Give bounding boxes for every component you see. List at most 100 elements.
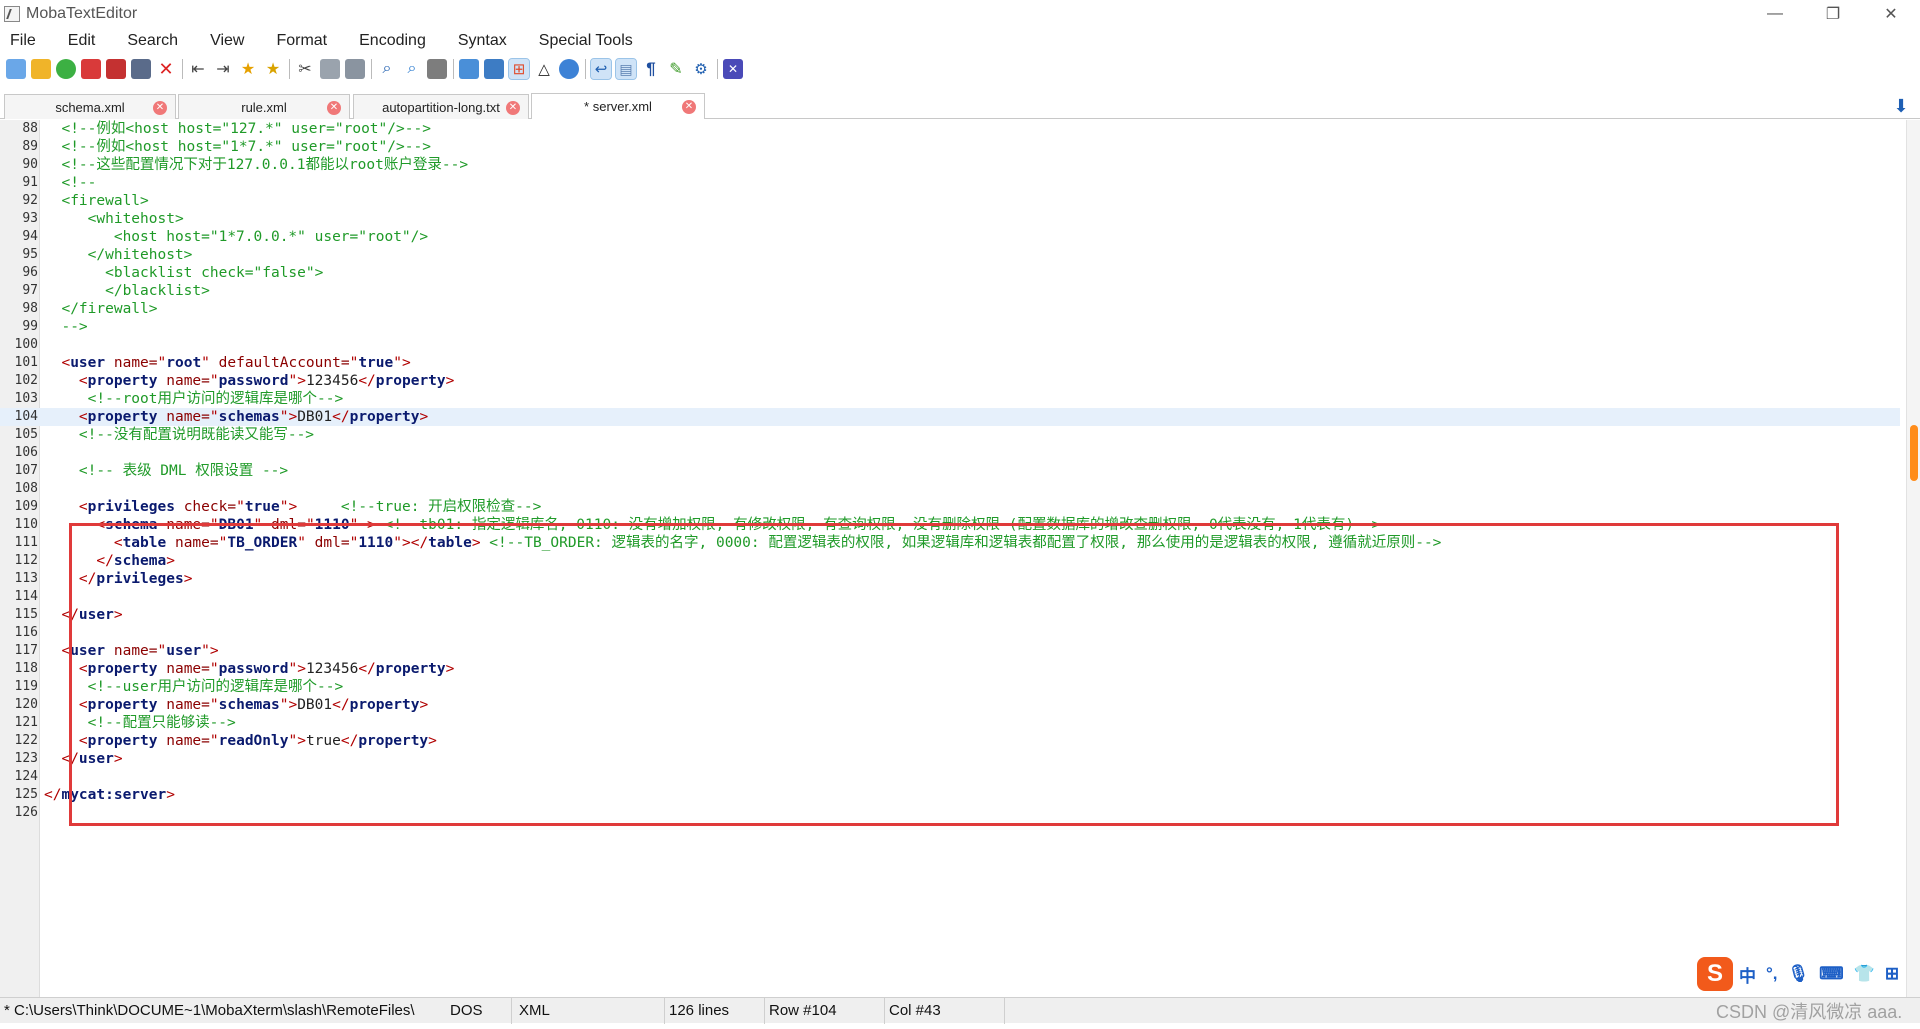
menu-view[interactable]: View (200, 32, 254, 50)
windows-eol-icon[interactable]: ⊞ (508, 58, 530, 80)
status-bar: * C:\Users\Think\DOCUME~1\MobaXterm\slas… (0, 997, 1920, 1024)
find-next-icon[interactable]: ⌕ (402, 59, 422, 79)
save-all-icon[interactable] (106, 59, 126, 79)
code-line[interactable]: 106 (0, 444, 1900, 462)
settings-icon[interactable]: ⚙ (691, 59, 711, 79)
code-text: <privileges check="true"> <!--true: 开启权限… (44, 498, 541, 516)
code-token: DB01 (297, 409, 333, 425)
word-wrap-icon[interactable]: ↩ (590, 58, 612, 80)
cut-icon[interactable]: ✂ (295, 59, 315, 79)
vertical-scrollbar[interactable] (1906, 120, 1920, 997)
indent-icon[interactable]: ⇥ (213, 59, 233, 79)
bookmark-icon[interactable]: ★ (238, 59, 258, 79)
tab-bar: schema.xml ✕ rule.xml ✕ autopartition-lo… (0, 91, 1920, 119)
code-token: name= (105, 355, 158, 371)
menu-search[interactable]: Search (117, 32, 188, 50)
code-token: schemas (218, 409, 280, 425)
close-file-icon[interactable]: ✕ (156, 59, 176, 79)
code-line[interactable]: 93 <whitehost> (0, 210, 1900, 228)
code-line[interactable]: 103 <!--root用户访问的逻辑库是哪个--> (0, 390, 1900, 408)
code-line[interactable]: 105 <!--没有配置说明既能读又能写--> (0, 426, 1900, 444)
save-icon[interactable] (81, 59, 101, 79)
reload-icon[interactable] (56, 59, 76, 79)
line-number: 112 (14, 553, 38, 568)
status-eol: DOS (446, 998, 512, 1024)
tab-server-xml[interactable]: * server.xml ✕ (531, 93, 705, 119)
close-tab-icon[interactable]: ✕ (506, 101, 520, 115)
scrollbar-thumb[interactable] (1910, 425, 1918, 481)
new-file-icon[interactable] (6, 59, 26, 79)
code-line[interactable]: 91 <!-- (0, 174, 1900, 192)
restore-button[interactable]: ❐ (1804, 0, 1862, 28)
grid-menu-icon[interactable]: ⊞ (1885, 964, 1899, 984)
microphone-icon[interactable]: 🎙 (1788, 964, 1810, 984)
next-bookmark-icon[interactable]: ★ (263, 59, 283, 79)
code-token: property (87, 373, 158, 389)
keyboard-icon[interactable]: ⌨ (1819, 964, 1844, 984)
pen-icon[interactable]: ✎ (666, 59, 686, 79)
replace-icon[interactable] (427, 59, 447, 79)
code-line[interactable]: 95 </whitehost> (0, 246, 1900, 264)
code-line[interactable]: 88 <!--例如<host host="127.*" user="root"/… (0, 120, 1900, 138)
tab-rule-xml[interactable]: rule.xml ✕ (178, 94, 350, 119)
compare-icon[interactable] (459, 59, 479, 79)
open-folder-icon[interactable] (31, 59, 51, 79)
close-tab-icon[interactable]: ✕ (327, 101, 341, 115)
code-line[interactable]: 99 --> (0, 318, 1900, 336)
code-line[interactable]: 96 <blacklist check="false"> (0, 264, 1900, 282)
code-text: <!--例如<host host="1*7.*" user="root"/>--… (44, 138, 430, 156)
code-text: <whitehost> (44, 210, 184, 228)
close-tab-icon[interactable]: ✕ (153, 101, 167, 115)
line-number: 123 (14, 751, 38, 766)
code-line[interactable]: 97 </blacklist> (0, 282, 1900, 300)
tab-autopartition-long[interactable]: autopartition-long.txt ✕ (353, 94, 529, 119)
code-text: --> (44, 318, 87, 336)
code-line[interactable]: 102 <property name="password">123456</pr… (0, 372, 1900, 390)
merge-icon[interactable] (484, 59, 504, 79)
menu-format[interactable]: Format (266, 32, 337, 50)
code-token: name= (157, 373, 210, 389)
code-line[interactable]: 92 <firewall> (0, 192, 1900, 210)
unindent-icon[interactable]: ⇤ (188, 59, 208, 79)
close-tab-icon[interactable]: ✕ (682, 100, 696, 114)
menu-edit[interactable]: Edit (58, 32, 106, 50)
menu-syntax[interactable]: Syntax (448, 32, 517, 50)
tab-schema-xml[interactable]: schema.xml ✕ (4, 94, 176, 119)
ime-language-toggle[interactable]: 中 (1739, 962, 1756, 987)
text-editor[interactable]: 88 <!--例如<host host="127.*" user="root"/… (0, 120, 1920, 997)
linux-eol-icon[interactable]: △ (534, 59, 554, 79)
menu-file[interactable]: File (0, 32, 46, 50)
code-line[interactable]: 101 <user name="root" defaultAccount="tr… (0, 354, 1900, 372)
code-line[interactable]: 98 </firewall> (0, 300, 1900, 318)
minimize-button[interactable]: — (1746, 0, 1804, 28)
exit-icon[interactable]: ✕ (723, 59, 743, 79)
code-line[interactable]: 104 <property name="schemas">DB01</prope… (0, 408, 1900, 426)
tab-list-arrow-icon[interactable]: ⬇ (1890, 96, 1912, 118)
close-window-button[interactable]: ✕ (1862, 0, 1920, 28)
paste-icon[interactable] (345, 59, 365, 79)
code-line[interactable]: 107 <!-- 表级 DML 权限设置 --> (0, 462, 1900, 480)
code-line[interactable]: 109 <privileges check="true"> <!--true: … (0, 498, 1900, 516)
code-token: privileges (87, 499, 175, 515)
code-line[interactable]: 90 <!--这些配置情况下对于127.0.0.1都能以root账户登录--> (0, 156, 1900, 174)
code-token: password (218, 373, 289, 389)
sogou-logo-icon[interactable]: S (1697, 957, 1733, 991)
code-line[interactable]: 108 (0, 480, 1900, 498)
code-line[interactable]: 100 (0, 336, 1900, 354)
menu-special-tools[interactable]: Special Tools (529, 32, 643, 50)
skin-icon[interactable]: 👕 (1854, 964, 1875, 984)
print-icon[interactable] (131, 59, 151, 79)
pilcrow-icon[interactable]: ¶ (641, 59, 661, 79)
copy-icon[interactable] (320, 59, 340, 79)
mac-eol-icon[interactable] (559, 59, 579, 79)
search-icon[interactable]: ⌕ (377, 59, 397, 79)
line-number: 120 (14, 697, 38, 712)
menu-bar: File Edit Search View Format Encoding Sy… (0, 28, 1920, 54)
code-line[interactable]: 89 <!--例如<host host="1*7.*" user="root"/… (0, 138, 1900, 156)
code-token: "> (279, 409, 298, 425)
code-line[interactable]: 94 <host host="1*7.0.0.*" user="root"/> (0, 228, 1900, 246)
ime-punctuation-icon[interactable]: °, (1766, 964, 1778, 984)
menu-encoding[interactable]: Encoding (349, 32, 436, 50)
highlight-line-icon[interactable]: ▤ (615, 58, 637, 80)
code-token: " (209, 409, 219, 425)
